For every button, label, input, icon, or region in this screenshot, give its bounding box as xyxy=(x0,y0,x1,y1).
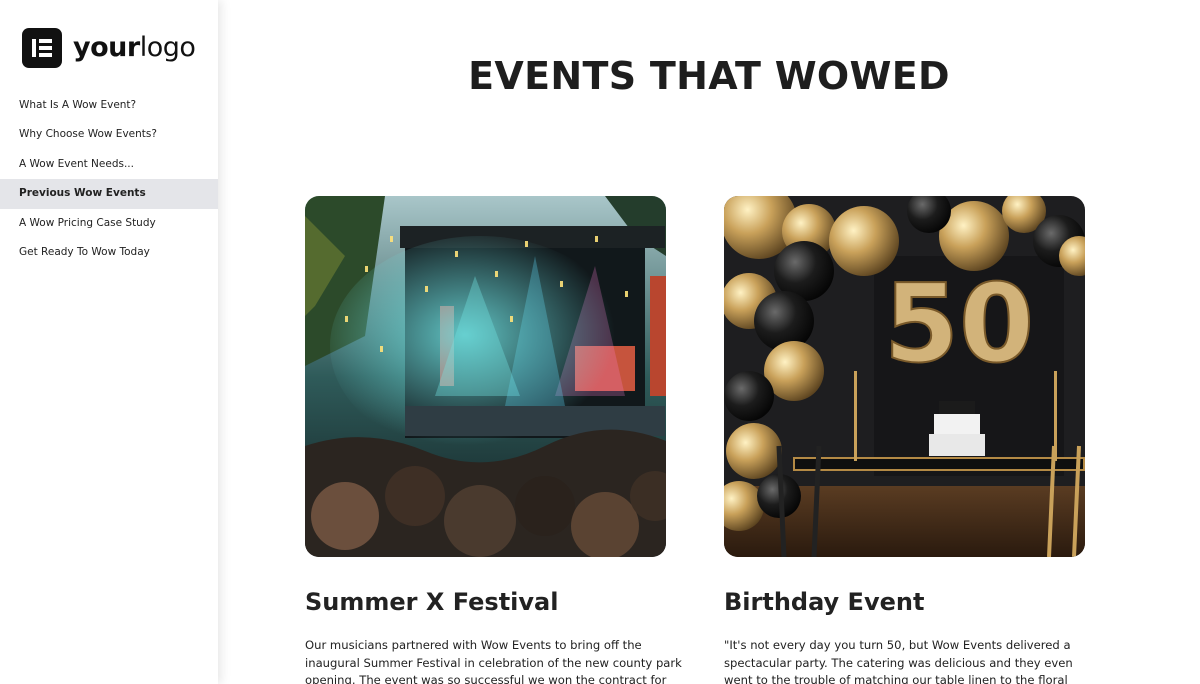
sidebar-nav: What Is A Wow Event? Why Choose Wow Even… xyxy=(0,91,218,267)
card-title-birthday: Birthday Event xyxy=(724,588,925,616)
birthday-photo: 50 xyxy=(724,196,1085,557)
logo-text: yourlogo xyxy=(73,32,196,63)
nav-item-get-ready-to-wow-today[interactable]: Get Ready To Wow Today xyxy=(0,238,218,267)
logo-mark-icon xyxy=(22,28,62,68)
nav-item-a-wow-event-needs[interactable]: A Wow Event Needs... xyxy=(0,150,218,179)
card-text-birthday: "It's not every day you turn 50, but Wow… xyxy=(724,638,1073,684)
card-text-festival: Our musicians partnered with Wow Events … xyxy=(305,638,682,684)
page-title: EVENTS THAT WOWED xyxy=(468,54,950,98)
festival-photo xyxy=(305,196,666,557)
card-title-festival: Summer X Festival xyxy=(305,588,559,616)
main-content: EVENTS THAT WOWED 50 Summer X Festival B… xyxy=(218,0,1200,684)
sidebar: yourlogo What Is A Wow Event? Why Choose… xyxy=(0,0,218,684)
nav-item-previous-wow-events[interactable]: Previous Wow Events xyxy=(0,179,218,209)
nav-item-what-is-a-wow-event[interactable]: What Is A Wow Event? xyxy=(0,91,218,120)
nav-item-why-choose-wow-events[interactable]: Why Choose Wow Events? xyxy=(0,120,218,149)
logo[interactable]: yourlogo xyxy=(22,28,196,68)
balloon-number-text: 50 xyxy=(884,262,1034,387)
nav-item-wow-pricing-case-study[interactable]: A Wow Pricing Case Study xyxy=(0,209,218,238)
